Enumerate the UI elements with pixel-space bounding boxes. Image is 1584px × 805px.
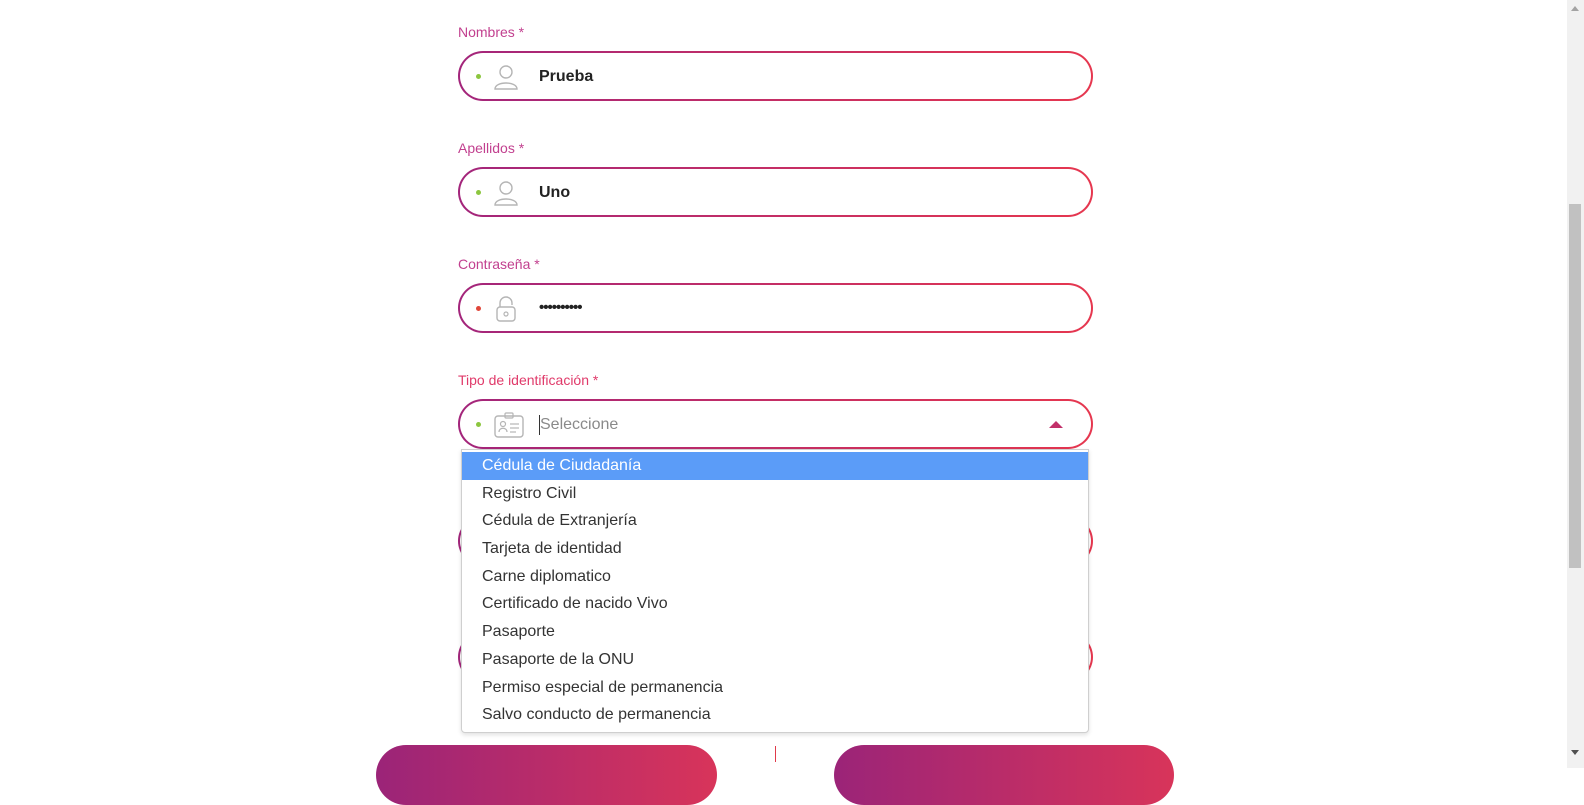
dropdown-option[interactable]: Carne diplomatico [462,563,1088,591]
caret-up-icon[interactable] [1049,421,1063,428]
dropdown-option[interactable]: Cédula de Ciudadanía [462,452,1088,480]
dropdown-option[interactable]: Permiso especial de permanencia [462,674,1088,702]
id-card-icon [493,411,525,438]
invalid-status-dot [476,306,481,311]
scroll-up-arrow-icon[interactable] [1571,6,1579,11]
contrasena-field[interactable]: •••••••••• [458,283,1093,333]
apellidos-field[interactable]: Uno [458,167,1093,217]
apellidos-value: Uno [539,184,571,201]
dropdown-option[interactable]: Salvo conducto de permanencia [462,701,1088,729]
password-value: •••••••••• [539,299,583,316]
user-icon [492,180,520,206]
tipo-identificacion-label: Tipo de identificación * [458,372,599,388]
tipo-identificacion-select[interactable]: Seleccione [458,399,1093,449]
button-divider [775,746,776,762]
primary-action-button[interactable] [834,745,1174,805]
valid-status-dot [476,74,481,79]
nombres-field[interactable]: Prueba [458,51,1093,101]
secondary-action-button[interactable] [376,745,717,805]
contrasena-label: Contraseña * [458,256,540,272]
lock-icon [492,296,520,322]
valid-status-dot [476,190,481,195]
tipo-identificacion-dropdown: Cédula de Ciudadanía Registro Civil Cédu… [461,449,1089,733]
dropdown-option[interactable]: Certificado de nacido Vivo [462,590,1088,618]
scroll-thumb[interactable] [1569,204,1581,568]
page-scrollbar[interactable] [1567,0,1584,768]
dropdown-option[interactable]: Cédula de Extranjería [462,507,1088,535]
dropdown-option[interactable]: Pasaporte [462,618,1088,646]
dropdown-option[interactable]: Pasaporte de la ONU [462,646,1088,674]
user-icon [492,64,520,90]
nombres-value: Prueba [539,68,594,85]
nombres-label: Nombres * [458,24,525,40]
dropdown-option[interactable]: Registro Civil [462,480,1088,508]
apellidos-label: Apellidos * [458,140,525,156]
tipo-identificacion-placeholder: Seleccione [539,415,619,435]
valid-status-dot [476,422,481,427]
dropdown-option[interactable]: Tarjeta de identidad [462,535,1088,563]
scroll-down-arrow-icon[interactable] [1571,750,1579,755]
